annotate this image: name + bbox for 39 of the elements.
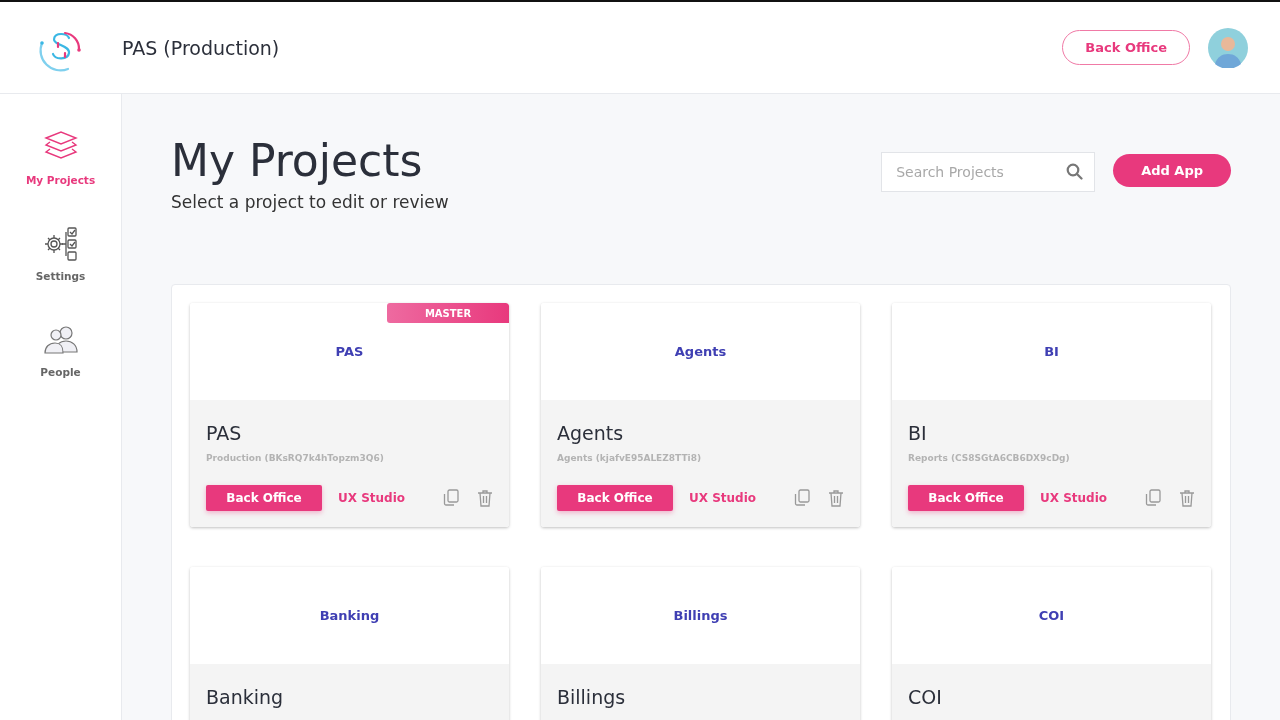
project-banner-label: COI [1038, 608, 1065, 623]
delete-icon[interactable] [828, 489, 844, 507]
project-name: BI [908, 422, 928, 444]
master-badge: MASTER [387, 303, 509, 323]
project-banner-label: Banking [319, 608, 380, 623]
add-app-button[interactable]: Add App [1113, 154, 1231, 187]
back-office-button[interactable]: Back Office [908, 485, 1024, 511]
sidebar-item[interactable]: People [40, 320, 81, 378]
project-name: Banking [206, 686, 285, 708]
project-banner-label: Billings [673, 608, 728, 623]
delete-icon[interactable] [1179, 489, 1195, 507]
sidebar-item[interactable]: My Projects [25, 128, 96, 186]
project-banner-label: Agents [674, 344, 727, 359]
project-detail: Production (BKsRQ7k4hTopzm3Q6) [206, 453, 385, 463]
ux-studio-link[interactable]: UX Studio [1040, 491, 1127, 505]
project-banner-label: PAS [335, 344, 364, 359]
back-office-button[interactable]: Back Office [557, 485, 673, 511]
project-detail: Reports (CS8SGtA6CB6DX9cDg) [908, 453, 1071, 463]
project-name: Agents [557, 422, 625, 444]
ux-studio-link[interactable]: UX Studio [689, 491, 776, 505]
project-name: Billings [557, 686, 627, 708]
back-office-button[interactable]: Back Office [206, 485, 322, 511]
project-name: PAS [206, 422, 243, 444]
page-subtitle: Select a project to edit or review [171, 192, 450, 212]
copy-icon[interactable] [443, 489, 459, 507]
app-title: PAS (Production) [122, 36, 281, 59]
project-name: COI [908, 686, 943, 708]
search-icon [1066, 163, 1084, 180]
avatar[interactable] [1208, 27, 1248, 68]
project-detail: Agents (kjafvE95ALEZ8TTi8) [557, 453, 702, 463]
copy-icon[interactable] [794, 489, 810, 507]
page-title: My Projects [171, 134, 424, 188]
back-office-button[interactable]: Back Office [1062, 30, 1190, 65]
search-field[interactable]: Search Projects [881, 152, 1096, 192]
delete-icon[interactable] [477, 489, 493, 507]
ux-studio-link[interactable]: UX Studio [338, 491, 425, 505]
sidebar-item[interactable]: Settings [35, 224, 86, 282]
copy-icon[interactable] [1145, 489, 1161, 507]
project-banner-label: BI [1044, 344, 1059, 359]
